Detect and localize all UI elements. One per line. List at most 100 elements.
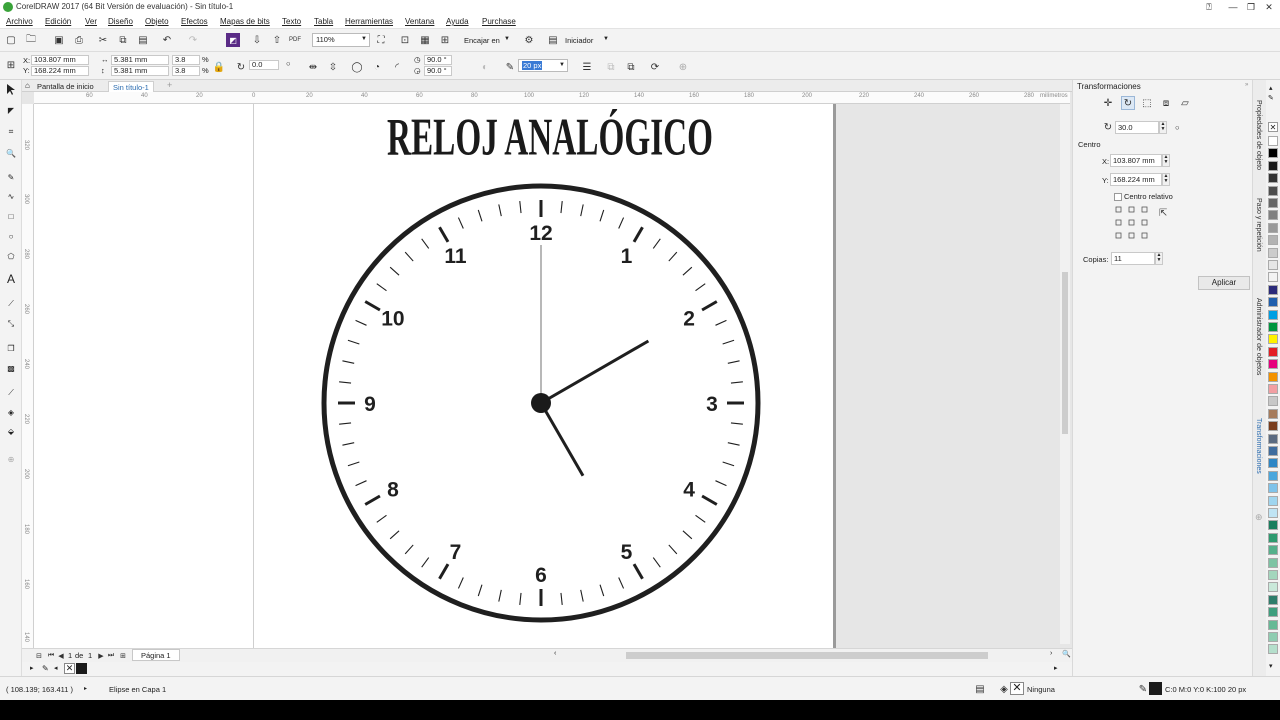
- palette-swatch[interactable]: [1268, 594, 1278, 605]
- menu-mapas-de-bits[interactable]: Mapas de bits: [220, 17, 270, 26]
- horizontal-ruler[interactable]: 60 40 20 0 20 40 60 80 100 120 140 160 1…: [34, 92, 1070, 104]
- save-icon[interactable]: ▣: [52, 33, 66, 47]
- start-angle-field[interactable]: 90.0 °: [424, 55, 452, 65]
- palette-swatch[interactable]: [1268, 570, 1278, 580]
- palette-swatch[interactable]: [1268, 607, 1278, 618]
- options-gear-icon[interactable]: ⚙: [522, 33, 536, 47]
- menu-ventana[interactable]: Ventana: [405, 17, 434, 26]
- parallel-dimension-icon[interactable]: ⟋: [3, 296, 19, 312]
- pie-shape-icon[interactable]: ◔: [370, 60, 384, 74]
- artistic-media-icon[interactable]: ∿: [3, 188, 19, 204]
- palette-swatch[interactable]: [1268, 260, 1278, 270]
- height-field[interactable]: 5.381 mm: [111, 66, 169, 76]
- document-page[interactable]: RELOJ ANALÓGICO 12 1 2 3 4 5 6 7 8 9 10 11: [34, 104, 836, 648]
- menu-ver[interactable]: Ver: [85, 17, 97, 26]
- palette-swatch[interactable]: [1268, 148, 1278, 159]
- scale-y-field[interactable]: 3.8: [172, 66, 200, 76]
- palette-swatch[interactable]: [1268, 532, 1278, 543]
- change-direction-icon[interactable]: ◐: [478, 60, 492, 74]
- tab-object-properties[interactable]: Propiedades de objeto: [1255, 100, 1262, 170]
- palette-swatch[interactable]: [1268, 508, 1278, 518]
- eyedropper-icon[interactable]: ⟋: [3, 385, 19, 401]
- zoom-navigator-icon[interactable]: 🔍: [1062, 650, 1071, 658]
- palette-swatch[interactable]: [1268, 470, 1278, 481]
- text-tool-icon[interactable]: A: [3, 271, 19, 287]
- palette-swatch[interactable]: [1268, 396, 1278, 407]
- palette-swatch[interactable]: [1268, 582, 1278, 593]
- menu-efectos[interactable]: Efectos: [181, 17, 208, 26]
- center-y-spinner[interactable]: ▲ ▼: [1162, 173, 1170, 186]
- palette-swatch[interactable]: [1268, 421, 1278, 432]
- palette-swatch[interactable]: [1268, 557, 1278, 568]
- tab-transformations[interactable]: Transformaciones: [1255, 418, 1262, 474]
- palette-eyedropper-icon[interactable]: ✎: [1268, 94, 1274, 102]
- tab-document[interactable]: Sin título-1: [108, 81, 154, 92]
- scroll-left-icon[interactable]: ‹: [554, 650, 556, 657]
- fill-pattern-icon[interactable]: ▤: [973, 682, 987, 696]
- export-icon[interactable]: ⇧: [270, 33, 284, 47]
- open-folder-icon[interactable]: 🗀: [24, 33, 38, 47]
- palette-swatch[interactable]: [1268, 384, 1278, 394]
- palette-swatch[interactable]: [1268, 160, 1278, 171]
- palette-swatch[interactable]: [1268, 173, 1278, 184]
- add-tool-icon[interactable]: ⊕: [3, 451, 19, 467]
- y-position-field[interactable]: 168.224 mm: [31, 66, 89, 76]
- copies-field[interactable]: 11: [1111, 252, 1155, 265]
- tab-object-manager[interactable]: Administrador de objetos: [1255, 298, 1262, 375]
- search-content-icon[interactable]: ◩: [226, 33, 240, 47]
- menu-edicion[interactable]: Edición: [45, 17, 71, 26]
- palette-scroll-right-icon[interactable]: ▸: [1054, 664, 1058, 672]
- palette-swatch[interactable]: [1268, 198, 1278, 208]
- palette-swatch[interactable]: [1268, 632, 1278, 642]
- launcher-chevron-icon[interactable]: ▼: [603, 36, 609, 42]
- interactive-fill-icon[interactable]: ◈: [3, 404, 19, 420]
- menu-texto[interactable]: Texto: [282, 17, 301, 26]
- add-docker-icon[interactable]: ⊕: [1255, 512, 1263, 523]
- palette-swatch[interactable]: [1268, 495, 1278, 506]
- width-field[interactable]: 5.381 mm: [111, 55, 169, 65]
- mirror-vertical-icon[interactable]: ⇳: [326, 60, 340, 74]
- rotation-field[interactable]: 0.0: [249, 60, 279, 70]
- vertical-ruler[interactable]: 320 300 280 260 240 220 200 180 160 140: [22, 104, 34, 648]
- drop-shadow-icon[interactable]: ❐: [3, 340, 19, 356]
- palette-swatch[interactable]: [1268, 210, 1278, 221]
- rotation-angle-field[interactable]: 30.0: [1115, 121, 1159, 134]
- arc-shape-icon[interactable]: ◜: [390, 60, 404, 74]
- cut-icon[interactable]: ✂: [96, 33, 110, 47]
- menu-ayuda[interactable]: Ayuda: [446, 17, 469, 26]
- relative-center-checkbox[interactable]: [1114, 193, 1122, 201]
- outline-color-swatch[interactable]: [1149, 682, 1162, 695]
- palette-swatch[interactable]: [1268, 458, 1278, 469]
- outline-width-combo[interactable]: 20 px ▼: [518, 59, 568, 72]
- palette-swatch[interactable]: [1268, 483, 1278, 494]
- center-x-field[interactable]: 103.807 mm: [1110, 154, 1162, 167]
- scroll-right-icon[interactable]: ›: [1050, 650, 1052, 657]
- zoom-level-combo[interactable]: 110% ▼: [312, 33, 370, 47]
- palette-swatch[interactable]: [1268, 247, 1278, 258]
- smart-fill-icon[interactable]: ⬙: [3, 423, 19, 439]
- palette-menu-icon[interactable]: ▸: [30, 664, 34, 672]
- palette-swatch[interactable]: [1268, 309, 1278, 320]
- page-tab[interactable]: Página 1: [132, 649, 180, 661]
- previous-page-icon[interactable]: ◀: [54, 649, 68, 663]
- tab-start-screen[interactable]: Pantalla de inicio: [33, 81, 98, 92]
- connector-tool-icon[interactable]: ⤡: [3, 316, 19, 332]
- center-y-field[interactable]: 168.224 mm: [1110, 173, 1162, 186]
- rotate-transform-icon[interactable]: ↻: [1121, 96, 1135, 110]
- apply-button[interactable]: Aplicar: [1198, 276, 1250, 290]
- ellipse-tool-icon[interactable]: ○: [3, 228, 19, 244]
- end-angle-field[interactable]: 90.0 °: [424, 66, 452, 76]
- palette-swatch[interactable]: [1268, 545, 1278, 556]
- palette-swatch[interactable]: [1268, 408, 1278, 419]
- add-page-icon[interactable]: ⊞: [116, 649, 130, 663]
- palette-swatch[interactable]: [1268, 284, 1278, 295]
- crop-tool-icon[interactable]: ⌗: [3, 124, 19, 140]
- close-button[interactable]: ✕: [1262, 1, 1276, 13]
- vertical-scrollbar[interactable]: [1060, 104, 1070, 644]
- redo-icon[interactable]: ↷: [186, 33, 200, 47]
- show-rulers-icon[interactable]: ⊡: [398, 33, 412, 47]
- palette-swatch[interactable]: [1268, 334, 1278, 345]
- x-position-field[interactable]: 103.807 mm: [31, 55, 89, 65]
- copy-icon[interactable]: ⧉: [116, 33, 130, 47]
- palette-swatch[interactable]: [1268, 185, 1278, 196]
